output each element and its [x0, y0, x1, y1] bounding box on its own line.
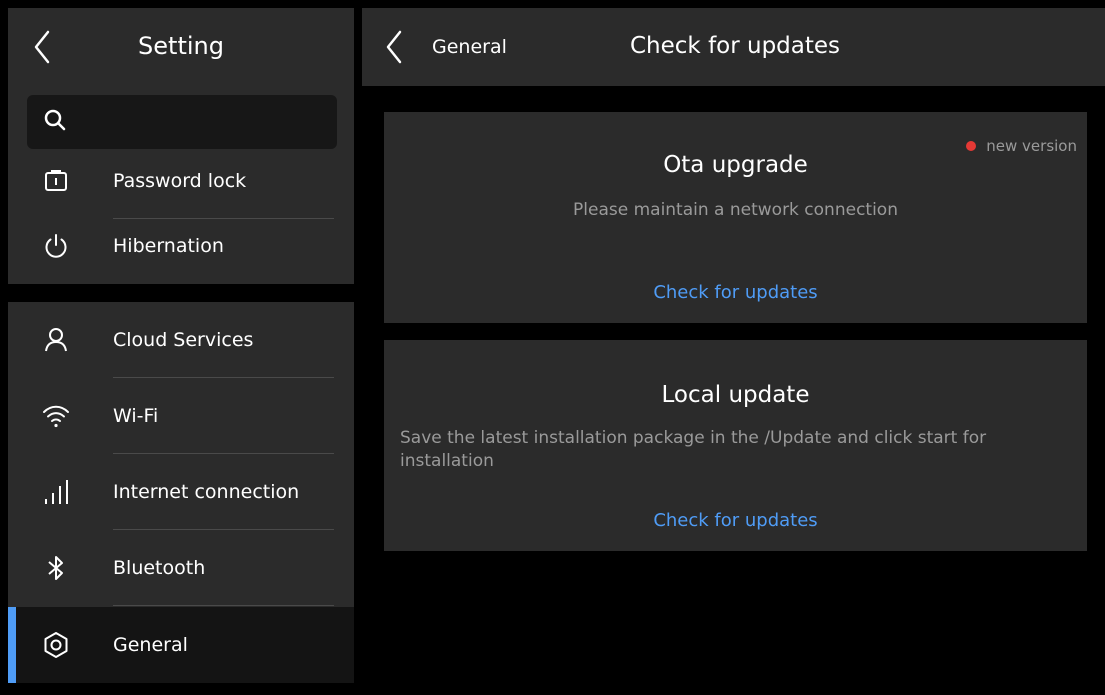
sidebar-item-label: Wi-Fi — [113, 405, 159, 427]
sidebar-item-general[interactable]: General — [8, 607, 354, 683]
back-button[interactable] — [380, 28, 410, 66]
search-icon — [43, 108, 67, 132]
sidebar-item-hibernation[interactable]: Hibernation — [8, 208, 354, 284]
sidebar-item-label: Bluetooth — [113, 557, 206, 579]
active-indicator — [8, 607, 16, 683]
page-title: Check for updates — [630, 33, 841, 59]
sidebar-item-bluetooth[interactable]: Bluetooth — [8, 530, 354, 606]
sidebar-header: Setting — [8, 8, 354, 86]
sidebar-item-label: Hibernation — [113, 235, 224, 257]
card-title: Local update — [661, 382, 810, 408]
chevron-left-icon — [386, 30, 402, 64]
lock-icon — [42, 167, 70, 195]
sidebar-item-label: General — [113, 634, 188, 656]
sidebar-item-label: Cloud Services — [113, 329, 254, 351]
user-icon — [42, 326, 70, 354]
check-updates-button[interactable]: Check for updates — [384, 510, 1087, 531]
sidebar-item-internet-connection[interactable]: Internet connection — [8, 454, 354, 530]
power-icon — [42, 232, 70, 260]
card-title: Ota upgrade — [663, 152, 808, 178]
gear-icon — [42, 631, 70, 659]
sidebar-item-cloud-services[interactable]: Cloud Services — [8, 302, 354, 378]
new-version-dot-icon — [966, 141, 977, 151]
settings-sidebar: Setting Password lock Hibernation Cloud … — [8, 8, 354, 683]
search-input[interactable] — [27, 95, 337, 149]
divider — [113, 605, 334, 606]
ota-upgrade-card: new version Ota upgrade Please maintain … — [384, 112, 1087, 323]
bluetooth-icon — [42, 554, 70, 582]
card-description: Save the latest installation package in … — [400, 428, 987, 471]
signal-icon — [42, 478, 70, 506]
card-description: Please maintain a network connection — [573, 200, 898, 220]
sidebar-item-wifi[interactable]: Wi-Fi — [8, 378, 354, 454]
check-updates-button[interactable]: Check for updates — [384, 282, 1087, 303]
local-update-card: Local update Save the latest installatio… — [384, 340, 1087, 551]
breadcrumb[interactable]: General — [432, 36, 507, 58]
wifi-icon — [42, 402, 70, 430]
page-header: General Check for updates — [362, 8, 1105, 86]
settings-group-connectivity: Cloud Services Wi-Fi Internet connection… — [8, 302, 354, 683]
sidebar-item-label: Internet connection — [113, 481, 300, 503]
sidebar-title: Setting — [138, 32, 224, 60]
